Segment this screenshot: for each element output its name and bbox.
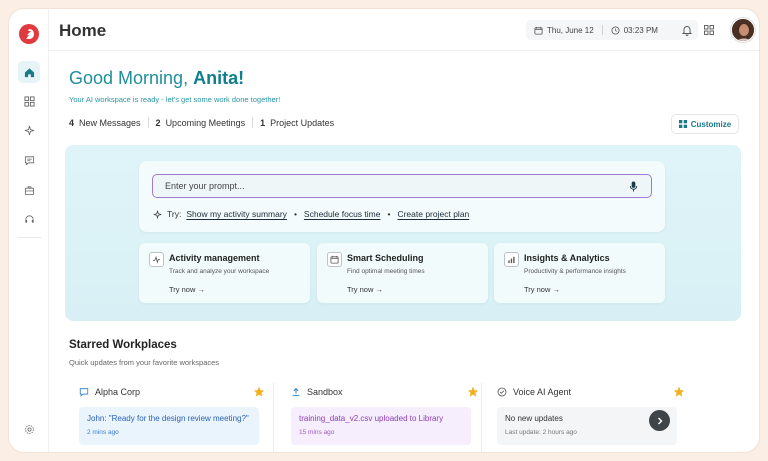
brand-logo[interactable] — [19, 24, 39, 44]
sidebar-item-settings[interactable] — [18, 418, 40, 440]
feature-desc: Find optimal meeting times — [347, 268, 425, 275]
sidebar-item-ai[interactable] — [18, 119, 40, 141]
star-icon[interactable] — [253, 386, 265, 398]
stat-messages[interactable]: 4 New Messages — [69, 118, 141, 128]
check-circle-icon — [497, 387, 507, 397]
starred-subtitle: Quick updates from your favorite workspa… — [69, 358, 220, 367]
workspace-name: Alpha Corp — [95, 387, 141, 397]
bell-icon — [681, 26, 693, 36]
greeting-heading: Good Morning, Anita! — [69, 68, 244, 89]
apps-grid-icon — [704, 25, 714, 35]
sparkle-icon — [153, 210, 162, 218]
customize-label: Customize — [690, 119, 732, 129]
feature-desc: Track and analyze your workspace — [169, 268, 270, 275]
current-time: 03:23 PM — [623, 25, 658, 35]
feature-desc: Productivity & performance insights — [524, 268, 626, 275]
notifications-button[interactable] — [680, 23, 694, 37]
avatar-icon — [732, 19, 754, 41]
stat-meetings[interactable]: 2 Upcoming Meetings — [156, 118, 246, 128]
workspace-update: John: "Ready for the design review meeti… — [79, 407, 259, 445]
customize-button[interactable]: Customize — [671, 114, 739, 134]
workspace-card-alpha-corp[interactable]: Alpha Corp John: "Ready for the design r… — [73, 383, 273, 452]
layout-icon — [678, 120, 687, 128]
sidebar-item-messages[interactable] — [18, 149, 40, 171]
chevron-right-icon — [657, 417, 662, 424]
prompt-card: Try: Show my activity summary • Schedule… — [139, 161, 665, 232]
sidebar-divider — [17, 237, 41, 238]
ai-hero-panel: Try: Show my activity summary • Schedule… — [65, 145, 741, 321]
workspace-name: Sandbox — [307, 387, 343, 397]
greeting-prefix: Good Morning, — [69, 68, 189, 88]
workspace-name: Voice AI Agent — [513, 387, 572, 397]
suggestion-activity-summary[interactable]: Show my activity summary — [186, 209, 287, 219]
try-label: Try: — [167, 209, 182, 219]
mic-icon — [629, 180, 637, 192]
sidebar-item-work[interactable] — [18, 179, 40, 201]
feature-title: Smart Scheduling — [347, 253, 424, 263]
bar-chart-icon — [508, 256, 515, 264]
sparkle-icon — [24, 125, 34, 135]
clock-icon — [611, 25, 620, 35]
datetime-widget: Thu, June 12 03:23 PM — [526, 20, 698, 40]
main-content: Good Morning, Anita! Your AI workspace i… — [49, 51, 759, 452]
user-avatar[interactable] — [731, 18, 755, 42]
stats-summary: 4 New Messages 2 Upcoming Meetings 1 Projec… — [69, 117, 334, 128]
app-window: Home Thu, June 12 03:23 PM Good Morning,… — [8, 8, 760, 453]
greeting-subtitle: Your AI workspace is ready - let's get s… — [69, 95, 281, 104]
topbar: Home Thu, June 12 03:23 PM — [49, 9, 759, 51]
stat-updates[interactable]: 1 Project Updates — [260, 118, 334, 128]
suggestion-focus-time[interactable]: Schedule focus time — [304, 209, 381, 219]
starred-title: Starred Workplaces — [69, 339, 177, 351]
home-icon — [24, 67, 34, 77]
prompt-input[interactable] — [152, 174, 652, 198]
sidebar — [9, 9, 49, 452]
feature-card-scheduling[interactable]: Smart Scheduling Find optimal meeting ti… — [317, 243, 488, 303]
grid-icon — [23, 95, 35, 107]
upload-icon — [292, 388, 300, 396]
page-title: Home — [59, 21, 107, 40]
apps-button[interactable] — [702, 23, 716, 37]
chat-icon — [24, 155, 34, 165]
try-now-link[interactable]: Try now → — [169, 285, 205, 294]
sidebar-item-support[interactable] — [18, 208, 40, 230]
chat-icon — [79, 388, 89, 397]
feature-title: Insights & Analytics — [524, 253, 610, 263]
try-now-link[interactable]: Try now → — [347, 285, 383, 294]
activity-icon — [152, 256, 161, 264]
suggestion-project-plan[interactable]: Create project plan — [397, 209, 469, 219]
sidebar-item-dashboard[interactable] — [18, 90, 40, 112]
prompt-suggestions: Try: Show my activity summary • Schedule… — [153, 209, 469, 219]
current-date: Thu, June 12 — [547, 25, 594, 35]
feature-title: Activity management — [169, 253, 260, 263]
calendar-icon — [330, 255, 339, 264]
star-icon[interactable] — [673, 386, 685, 398]
briefcase-icon — [24, 185, 34, 195]
workspace-update: training_data_v2.csv uploaded to Library… — [291, 407, 471, 445]
workspace-card-sandbox[interactable]: Sandbox training_data_v2.csv uploaded to… — [285, 383, 485, 452]
headset-icon — [24, 214, 34, 223]
calendar-icon — [534, 26, 543, 35]
star-icon[interactable] — [467, 386, 479, 398]
mic-button[interactable] — [627, 180, 639, 192]
logo-icon — [26, 29, 34, 39]
sidebar-item-home[interactable] — [18, 61, 40, 83]
settings-icon — [24, 424, 34, 434]
next-workspaces-button[interactable] — [649, 410, 670, 431]
try-now-link[interactable]: Try now → — [524, 285, 560, 294]
feature-card-activity[interactable]: Activity management Track and analyze yo… — [139, 243, 310, 303]
user-name: Anita! — [193, 68, 245, 88]
feature-card-insights[interactable]: Insights & Analytics Productivity & perf… — [494, 243, 665, 303]
